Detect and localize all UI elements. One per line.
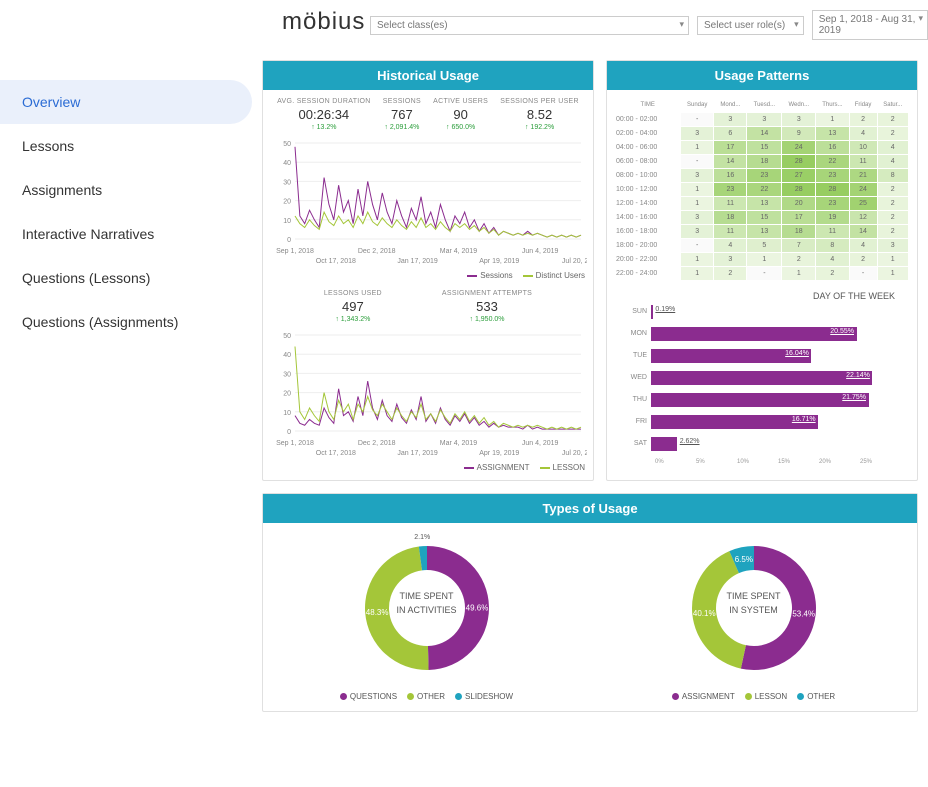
stat: LESSONS USED497↑ 1,343.2% — [324, 290, 382, 323]
stat: ASSIGNMENT ATTEMPTS533↑ 1,950.0% — [442, 290, 532, 323]
donut-activities-center: TIME SPENTIN ACTIVITIES — [297, 589, 557, 618]
svg-text:Apr 19, 2019: Apr 19, 2019 — [479, 450, 519, 457]
svg-text:10: 10 — [283, 410, 291, 417]
svg-text:Dec 2, 2018: Dec 2, 2018 — [358, 440, 396, 447]
types-of-usage-panel: Types of Usage 49.6%48.3%2.1% TIME SPENT… — [262, 493, 918, 712]
nav-overview[interactable]: Overview — [0, 80, 252, 124]
nav-lessons[interactable]: Lessons — [0, 124, 252, 168]
historical-usage-panel: Historical Usage AVG. SESSION DURATION00… — [262, 60, 594, 481]
svg-text:Jan 17, 2019: Jan 17, 2019 — [397, 258, 438, 265]
role-select[interactable]: Select user role(s) — [697, 16, 804, 35]
donut-system-legend: ASSIGNMENTLESSONOTHER — [624, 692, 884, 701]
brand-logo: möbius — [282, 8, 365, 36]
assignment-lesson-chart: 0 10 20 30 40 50 Sep 1, 2018Oct 17, 2018Dec 2,… — [271, 329, 587, 459]
nav-questions-assignments-[interactable]: Questions (Assignments) — [0, 300, 252, 344]
main-content: Historical Usage AVG. SESSION DURATION00… — [252, 50, 928, 732]
svg-text:0: 0 — [287, 237, 291, 244]
panel-title: Historical Usage — [263, 61, 593, 90]
stat: AVG. SESSION DURATION00:26:34↑ 13.2% — [277, 98, 371, 131]
svg-text:Jul 20, 2019: Jul 20, 2019 — [562, 450, 587, 457]
sessions-swatch — [467, 275, 477, 277]
svg-text:Mar 4, 2019: Mar 4, 2019 — [440, 248, 477, 255]
svg-text:Sep 1, 2018: Sep 1, 2018 — [276, 440, 314, 447]
stat: ACTIVE USERS90↑ 650.0% — [433, 98, 488, 131]
svg-text:30: 30 — [283, 179, 291, 186]
nav-assignments[interactable]: Assignments — [0, 168, 252, 212]
class-select[interactable]: Select class(es) — [370, 16, 689, 35]
svg-text:Oct 17, 2018: Oct 17, 2018 — [316, 450, 356, 457]
svg-text:10: 10 — [283, 218, 291, 225]
stat: SESSIONS PER USER8.52↑ 192.2% — [500, 98, 579, 131]
svg-text:50: 50 — [283, 141, 291, 148]
historical-stats-2: LESSONS USED497↑ 1,343.2% ASSIGNMENT ATTE… — [271, 290, 585, 323]
svg-text:20: 20 — [283, 391, 291, 398]
svg-text:Jun 4, 2019: Jun 4, 2019 — [522, 248, 559, 255]
svg-text:40: 40 — [283, 160, 291, 167]
svg-text:Mar 4, 2019: Mar 4, 2019 — [440, 440, 477, 447]
filter-bar: Select class(es) Select user role(s) Sep… — [0, 0, 928, 50]
svg-text:Jan 17, 2019: Jan 17, 2019 — [397, 450, 438, 457]
date-range-select[interactable]: Sep 1, 2018 - Aug 31, 2019 — [812, 10, 928, 40]
dow-row: SUN0.19% — [623, 305, 901, 319]
svg-text:0: 0 — [287, 429, 291, 436]
svg-text:30: 30 — [283, 371, 291, 378]
donut-activities: 49.6%48.3%2.1% TIME SPENTIN ACTIVITIES Q… — [297, 533, 557, 701]
panel-title: Usage Patterns — [607, 61, 917, 90]
dow-row: FRI16.71% — [623, 415, 901, 429]
usage-heatmap: TIMESundayMond...Tuesd...Wedn...Thurs...… — [615, 98, 909, 281]
panel-title: Types of Usage — [263, 494, 917, 523]
svg-text:Sep 1, 2018: Sep 1, 2018 — [276, 248, 314, 255]
dow-row: THU21.75% — [623, 393, 901, 407]
chart2-legend: ASSIGNMENT LESSON — [271, 463, 585, 472]
svg-text:6.5%: 6.5% — [734, 555, 752, 564]
svg-text:Apr 19, 2019: Apr 19, 2019 — [479, 258, 519, 265]
svg-text:Jul 20, 2019: Jul 20, 2019 — [562, 258, 587, 265]
day-of-week-chart: SUN0.19% MON20.55% TUE16.04% WED22.14% THU21… — [615, 305, 909, 465]
donut-activities-legend: QUESTIONSOTHERSLIDESHOW — [297, 692, 557, 701]
dow-title: DAY OF THE WEEK — [615, 291, 895, 301]
dow-row: TUE16.04% — [623, 349, 901, 363]
dow-row: WED22.14% — [623, 371, 901, 385]
svg-text:Oct 17, 2018: Oct 17, 2018 — [316, 258, 356, 265]
distinct-users-swatch — [523, 275, 533, 277]
dow-row: SAT2.62% — [623, 437, 901, 451]
donut-system: 53.4%40.1%6.5% TIME SPENTIN SYSTEM ASSIG… — [624, 533, 884, 701]
usage-patterns-panel: Usage Patterns TIMESundayMond...Tuesd...… — [606, 60, 918, 481]
svg-text:Jun 4, 2019: Jun 4, 2019 — [522, 440, 559, 447]
svg-text:40: 40 — [283, 352, 291, 359]
svg-text:50: 50 — [283, 333, 291, 340]
donut-system-center: TIME SPENTIN SYSTEM — [624, 589, 884, 618]
lesson-swatch — [540, 467, 550, 469]
assignment-swatch — [464, 467, 474, 469]
svg-text:2.1%: 2.1% — [414, 534, 430, 541]
svg-text:20: 20 — [283, 199, 291, 206]
nav-questions-lessons-[interactable]: Questions (Lessons) — [0, 256, 252, 300]
chart1-legend: Sessions Distinct Users — [271, 271, 585, 280]
dow-row: MON20.55% — [623, 327, 901, 341]
sessions-users-chart: 0 10 20 30 40 50 Sep 1, 2018Oct 17, 2018Dec 2,… — [271, 137, 587, 267]
historical-stats-1: AVG. SESSION DURATION00:26:34↑ 13.2% SESS… — [271, 98, 585, 131]
nav-interactive-narratives[interactable]: Interactive Narratives — [0, 212, 252, 256]
svg-text:Dec 2, 2018: Dec 2, 2018 — [358, 248, 396, 255]
stat: SESSIONS767↑ 2,091.4% — [383, 98, 421, 131]
sidebar: OverviewLessonsAssignmentsInteractive Na… — [0, 50, 252, 732]
